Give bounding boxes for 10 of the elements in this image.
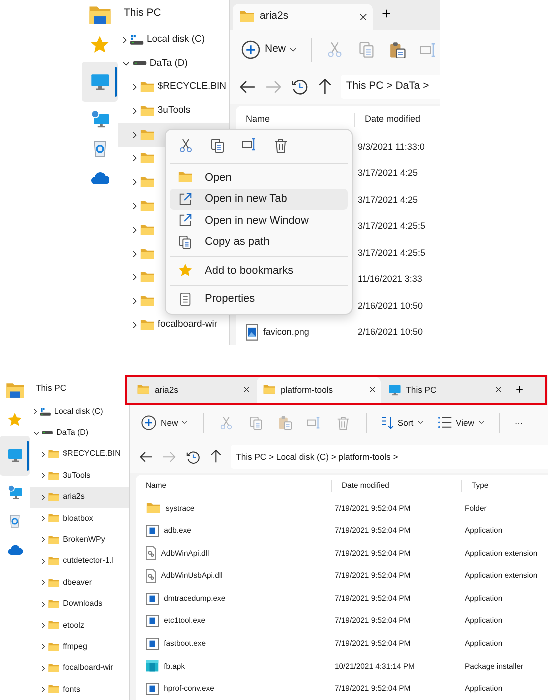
date-cell: 3/17/2021 4:25 (358, 194, 418, 204)
date-cell: 2/16/2021 10:50 (358, 327, 424, 337)
nav-header: This PC (36, 382, 67, 394)
date-cell: 9/3/2021 11:33:0 (358, 142, 425, 152)
date-cell: 11/16/2021 3:33 (358, 274, 422, 284)
nav-header: This PC (124, 6, 162, 22)
date-cell: 3/17/2021 4:25 (358, 168, 418, 178)
date-cell: 3/17/2021 4:25:5 (358, 221, 426, 231)
date-cell: 2/16/2021 10:50 (358, 300, 424, 310)
date-cell: 3/17/2021 4:25:5 (358, 248, 426, 258)
